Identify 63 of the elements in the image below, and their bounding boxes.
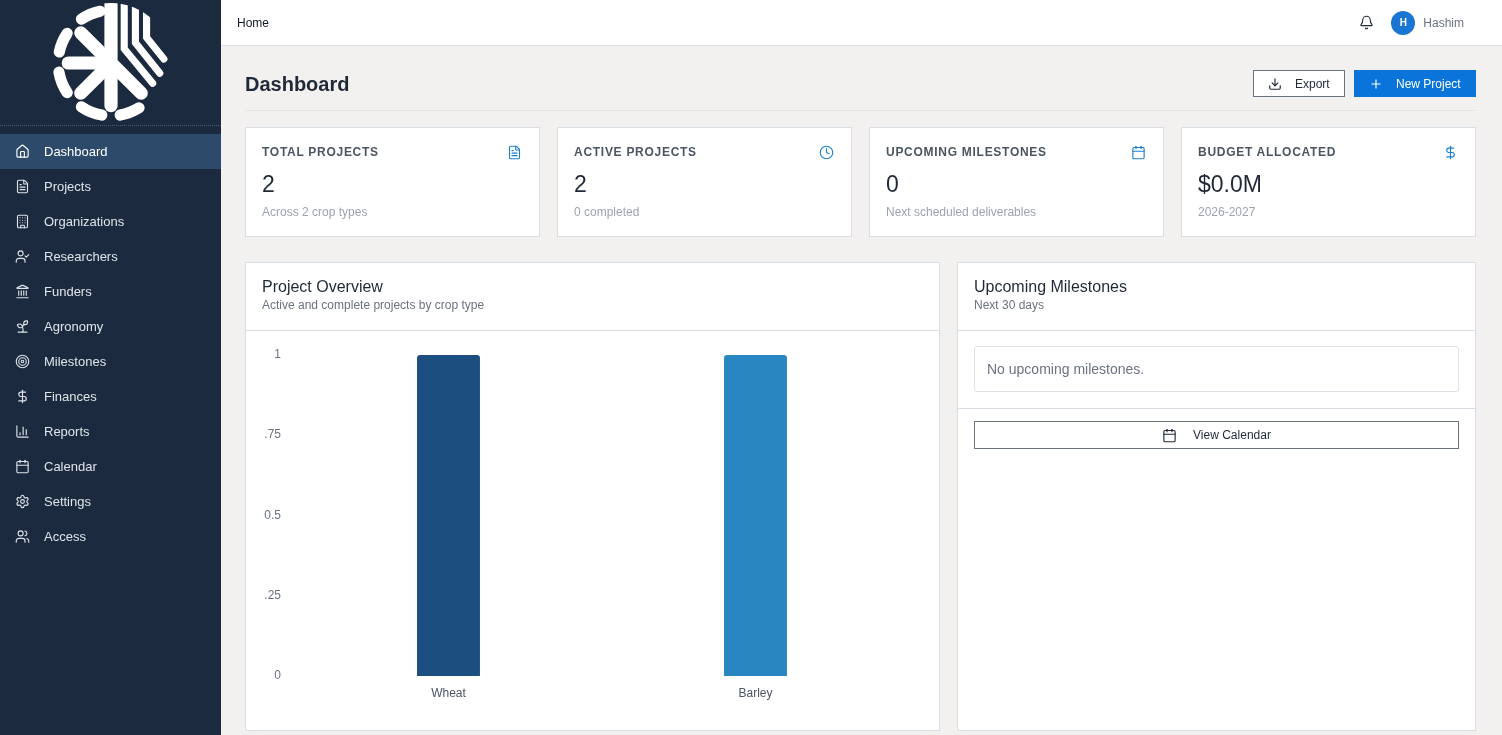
user-name: Hashim (1423, 14, 1464, 32)
calendar-icon (15, 459, 30, 474)
export-button[interactable]: Export (1253, 70, 1345, 97)
user-avatar[interactable]: H (1391, 10, 1416, 35)
view-calendar-button[interactable]: View Calendar (974, 421, 1459, 449)
stat-label: BUDGET ALLOCATED (1198, 144, 1337, 161)
stat-value: $0.0M (1198, 170, 1263, 198)
y-axis-tick-label: 0.5 (264, 507, 281, 522)
document-icon (507, 144, 522, 160)
stat-note: 0 completed (574, 204, 641, 220)
sidebar-nav-item[interactable]: Funders (0, 274, 221, 309)
sidebar-nav-item[interactable]: Researchers (0, 239, 221, 274)
sidebar-nav-item[interactable]: Milestones (0, 344, 221, 379)
document-icon (15, 179, 30, 194)
stat-value: 0 (886, 170, 900, 198)
plus-icon (1369, 76, 1383, 91)
settings-icon (15, 494, 30, 509)
house-icon (15, 144, 30, 159)
stat-note: 2026-2027 (1198, 204, 1257, 220)
y-axis-tick-label: .75 (264, 427, 281, 442)
download-icon (1268, 76, 1282, 91)
sprout-icon (15, 319, 30, 334)
sidebar-nav-item[interactable]: Access (0, 519, 221, 554)
building-icon (15, 214, 30, 229)
y-axis-tick-label: .25 (264, 587, 281, 602)
user-check-icon (15, 249, 30, 264)
y-axis-tick-label: 1 (274, 347, 281, 362)
panel-title: Project Overview (262, 277, 384, 297)
stat-note: Across 2 crop types (262, 204, 369, 220)
sidebar-nav-item[interactable]: Dashboard (0, 134, 221, 169)
bank-icon (15, 284, 30, 299)
dollar-icon (15, 389, 30, 404)
y-axis-tick-label: 0 (274, 668, 281, 683)
empty-state-text: No upcoming milestones. (987, 359, 1145, 379)
stat-label: ACTIVE PROJECTS (574, 144, 697, 161)
clock-icon (819, 144, 834, 160)
calendar-icon (1162, 427, 1178, 443)
sidebar-nav-item[interactable]: Calendar (0, 449, 221, 484)
sidebar-nav-item[interactable]: Finances (0, 379, 221, 414)
users-icon (15, 529, 30, 544)
page-title: Dashboard (245, 71, 350, 97)
stat-label: TOTAL PROJECTS (262, 144, 379, 161)
bar-chart-icon (15, 424, 30, 439)
panel-subtitle: Active and complete projects by crop type (262, 297, 486, 313)
sidebar-nav-item[interactable]: Reports (0, 414, 221, 449)
stat-label: UPCOMING MILESTONES (886, 144, 1047, 161)
sidebar-nav-item[interactable]: Settings (0, 484, 221, 519)
sidebar-nav-item[interactable]: Projects (0, 169, 221, 204)
dollar-icon (1443, 144, 1458, 160)
panel-subtitle: Next 30 days (974, 297, 1046, 313)
panel-title: Upcoming Milestones (974, 277, 1128, 297)
sidebar-nav-item[interactable]: Agronomy (0, 309, 221, 344)
bell-icon[interactable] (1359, 15, 1375, 30)
sidebar-nav-item[interactable]: Organizations (0, 204, 221, 239)
stat-value: 2 (262, 170, 276, 198)
target-icon (15, 354, 30, 369)
breadcrumb-link[interactable]: Home (237, 13, 269, 32)
x-axis-category-label: Barley (738, 686, 773, 701)
new-project-button[interactable]: New Project (1354, 70, 1476, 97)
calendar-icon (1131, 144, 1146, 160)
stat-note: Next scheduled deliverables (886, 204, 1038, 220)
stat-value: 2 (574, 170, 588, 198)
x-axis-category-label: Wheat (431, 686, 466, 701)
